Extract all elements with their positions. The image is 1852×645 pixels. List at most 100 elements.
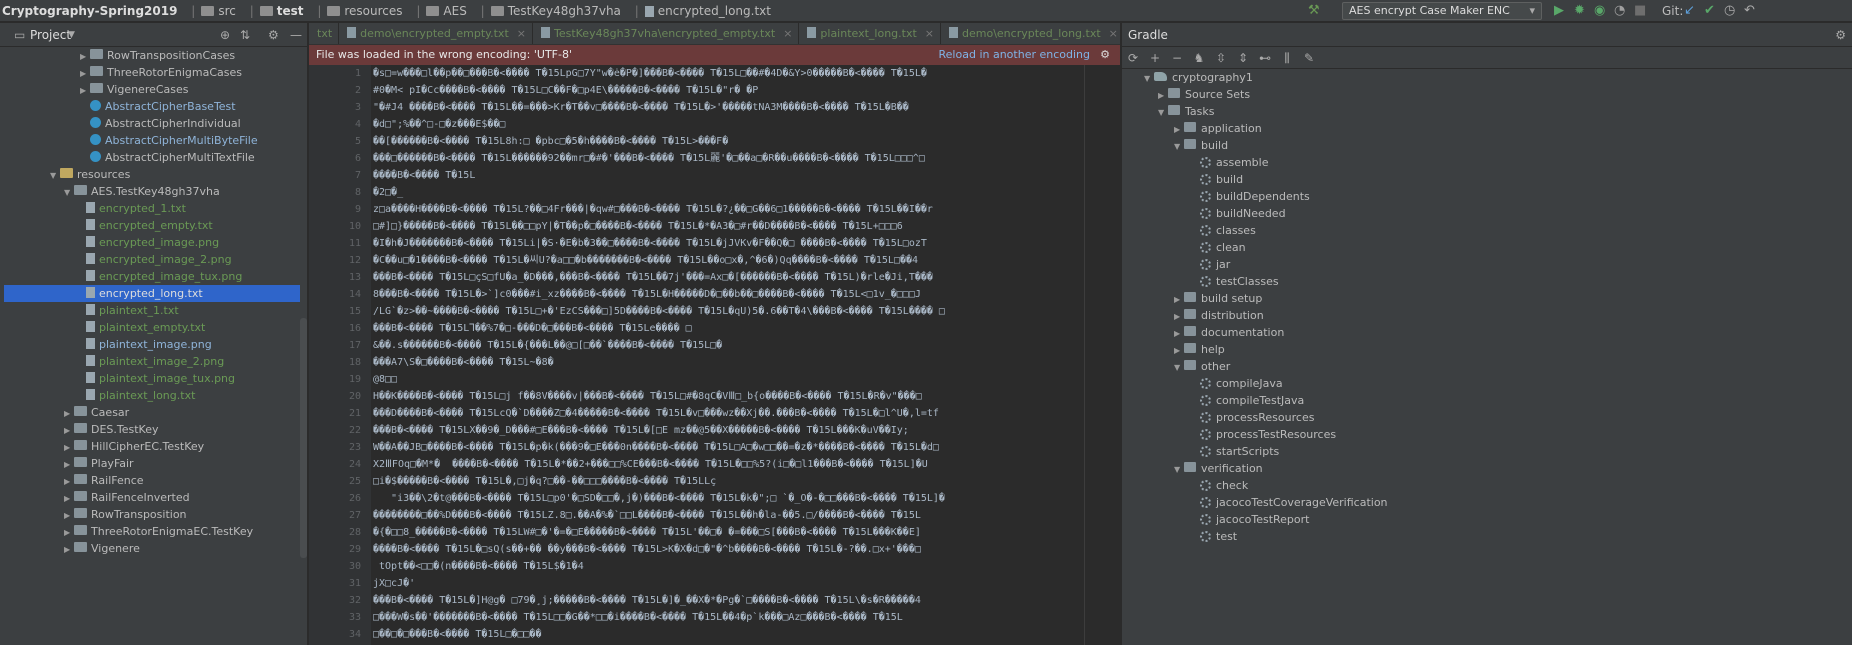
project-tree-item[interactable]: ▶ RowTranspositionCases [0,47,300,64]
code-line[interactable]: z□a����H����B�<���� T�15L?��□4Fr���|�qw#… [373,201,933,218]
code-line[interactable]: ����B�<���� T�15L�□sQ(s��+�� ��y���B�<��… [373,541,921,558]
code-text-area[interactable]: �s□=w���□l��p��□���B�<���� T�15LpG□7Y"w�… [373,65,1120,645]
project-tree-item[interactable]: plaintext_long.txt [0,387,300,404]
project-tree-item[interactable]: ▶ DES.TestKey [0,421,300,438]
gradle-tree-item[interactable]: compileJava [1122,375,1845,392]
chevron-right-icon[interactable]: ▶ [1174,121,1184,138]
elephant-icon[interactable]: ♞ [1188,47,1210,69]
chevron-right-icon[interactable]: ▶ [80,48,90,65]
gradle-tree-item[interactable]: startScripts [1122,443,1845,460]
minus-icon[interactable]: − [1166,47,1188,69]
close-tab-icon[interactable]: × [925,27,934,40]
code-line[interactable]: ���B�<���� T�15L�]H@g� □79�¸j;�����B�<��… [373,592,921,609]
code-line[interactable]: ���□������B�<���� T�15L������92��mr□�#�'… [373,150,925,167]
chevron-right-icon[interactable]: ▶ [64,507,74,524]
gradle-tree-item[interactable]: ▼ Tasks [1122,103,1845,120]
project-tree-item[interactable]: ▶ PlayFair [0,455,300,472]
code-line[interactable]: X2ⅢFOq□�M*� ����B�<���� T�15L�*��2+���□□… [373,456,928,473]
chevron-right-icon[interactable]: ▶ [80,65,90,82]
project-tree-item[interactable]: ▶ Vigenere [0,540,300,557]
project-tree-item[interactable]: AbstractCipherIndividual [0,115,300,132]
chevron-right-icon[interactable]: ▶ [1174,308,1184,325]
gradle-tree-item[interactable]: testClasses [1122,273,1845,290]
code-line[interactable]: ��������□��%D���B�<���� T�15LZ.8□.��A�%�… [373,507,921,524]
code-line[interactable]: □#]□}�����B�<���� T�15L��□□pY|�T��p�□���… [373,218,903,235]
gradle-tree-item[interactable]: buildNeeded [1122,205,1845,222]
chevron-down-icon[interactable]: ▼ [1174,461,1184,478]
code-line[interactable]: ���B�<���� T�15L□çS□fU�a_�D���,���B�<���… [373,269,933,286]
code-line[interactable]: ����B�<���� T�15L [373,167,475,184]
chevron-right-icon[interactable]: ▶ [64,405,74,422]
close-tab-icon[interactable]: × [517,27,526,40]
chevron-right-icon[interactable]: ▶ [1174,291,1184,308]
hammer-build-icon[interactable]: ⚒ [1308,0,1320,22]
breadcrumb-resources[interactable]: | resources [311,0,402,21]
chevron-right-icon[interactable]: ▶ [1158,87,1168,104]
close-tab-icon[interactable]: × [1109,27,1118,40]
editor-tab[interactable]: plaintext_long.txt × [799,23,942,44]
project-tree-item[interactable]: ▶ RailFence [0,472,300,489]
git-history-icon[interactable]: ◷ [1724,0,1735,22]
editor-tab[interactable]: demo\encrypted_long.txt × [941,23,1120,44]
refresh-icon[interactable]: ⟳ [1122,47,1144,69]
project-scrollbar[interactable] [300,318,307,558]
gradle-tree-item[interactable]: processTestResources [1122,426,1845,443]
chevron-right-icon[interactable]: ▶ [1174,342,1184,359]
editor-tab[interactable]: txt [309,23,340,44]
code-line[interactable]: @8□□ [373,371,397,388]
chevron-down-icon[interactable]: ▼ [1158,104,1168,121]
project-tree-item[interactable]: AbstractCipherBaseTest [0,98,300,115]
project-tree-item[interactable]: encrypted_long.txt [4,285,300,302]
code-line[interactable]: tOpt��<□□�(n����B�<���� T�15L$�1�4 [373,558,584,575]
gear-icon[interactable]: ⚙ [1100,45,1110,65]
toggle-offline-icon[interactable]: ⫼ [1276,47,1298,69]
breadcrumb-project[interactable]: Cryptography-Spring2019 [2,0,177,21]
project-tree-item[interactable]: encrypted_image_tux.png [0,268,300,285]
gradle-tree-item[interactable]: ▼ verification [1122,460,1845,477]
code-line[interactable]: W��A��JB□����B�<���� T�15L�p�k(���9�□E��… [373,439,939,456]
code-line[interactable]: �2□�_ [373,184,403,201]
link-icon[interactable]: ⊷ [1254,47,1276,69]
project-tree-item[interactable]: encrypted_empty.txt [0,217,300,234]
project-tree-item[interactable]: ▶ ThreeRotorEnigmaEC.TestKey [0,523,300,540]
project-panel-title[interactable]: Project [30,23,71,47]
gradle-tree-item[interactable]: ▼ cryptography1 [1122,69,1845,86]
run-with-coverage-icon[interactable]: ◉ [1594,0,1605,22]
code-line[interactable]: □���W�s��'�������B�<���� T�15L□□�G��*□□�… [373,609,903,626]
chevron-right-icon[interactable]: ▶ [64,439,74,456]
hide-panel-icon[interactable]: — [290,23,302,47]
breadcrumb-testkey[interactable]: | TestKey48gh37vha [475,0,621,21]
code-line[interactable]: �I�h�J�������B�<���� T�15Li|�S·�E�b�3��□… [373,235,927,252]
chevron-right-icon[interactable]: ▶ [64,541,74,558]
project-tree-item[interactable]: ▶ Caesar [0,404,300,421]
gradle-tree-item[interactable]: ▶ Source Sets [1122,86,1845,103]
code-line[interactable]: 8���B�<���� T�15L�>`]c0���#i_xz����B�<��… [373,286,921,303]
project-tree-item[interactable]: encrypted_image.png [0,234,300,251]
project-tree-item[interactable]: ▶ VigenereCases [0,81,300,98]
chevron-right-icon[interactable]: ▶ [64,490,74,507]
code-line[interactable]: H��K����B�<���� T�15L□j f��8V����v|���B�… [373,388,922,405]
project-tree-item[interactable]: ▶ RailFenceInverted [0,489,300,506]
expand-all-icon[interactable]: ⇳ [1210,47,1232,69]
chevron-right-icon[interactable]: ▶ [1174,325,1184,342]
chevron-down-icon[interactable]: ▼ [1174,138,1184,155]
code-line[interactable]: ��[������B�<���� T�15L8h:□ �pbc□�5�h����… [373,133,728,150]
close-tab-icon[interactable]: × [783,27,792,40]
code-line[interactable]: ���B�<���� T�15L⅂��%7�□-���D�□���B�<����… [373,320,692,337]
code-line[interactable]: □i�$�����B�<���� T�15L�,□j�q?□��-��□□□��… [373,473,716,490]
breadcrumb-file[interactable]: | encrypted_long.txt [629,0,771,21]
chevron-right-icon[interactable]: ▶ [64,456,74,473]
plus-icon[interactable]: + [1144,47,1166,69]
code-line[interactable]: "i3��\2�t@���B�<���� T�15L□p0'�□SD�□□�,j… [373,490,945,507]
code-line[interactable]: ���D����B�<���� T�15LcQ�`D����Z□�4�����B… [373,405,939,422]
code-line[interactable]: �{�□□8_�����B�<���� T�15LW#□�'�=�□E�����… [373,524,921,541]
project-tree-item[interactable]: ▶ RowTransposition [0,506,300,523]
gradle-tree-item[interactable]: ▶ build setup [1122,290,1845,307]
chevron-right-icon[interactable]: ▶ [64,422,74,439]
gear-icon[interactable]: ⚙ [268,23,279,47]
run-icon[interactable]: ▶ [1554,0,1564,22]
gradle-tree-item[interactable]: ▶ application [1122,120,1845,137]
project-tree-item[interactable]: AbstractCipherMultiByteFile [0,132,300,149]
gradle-tree-item[interactable]: clean [1122,239,1845,256]
gear-icon[interactable]: ⚙ [1835,23,1846,47]
